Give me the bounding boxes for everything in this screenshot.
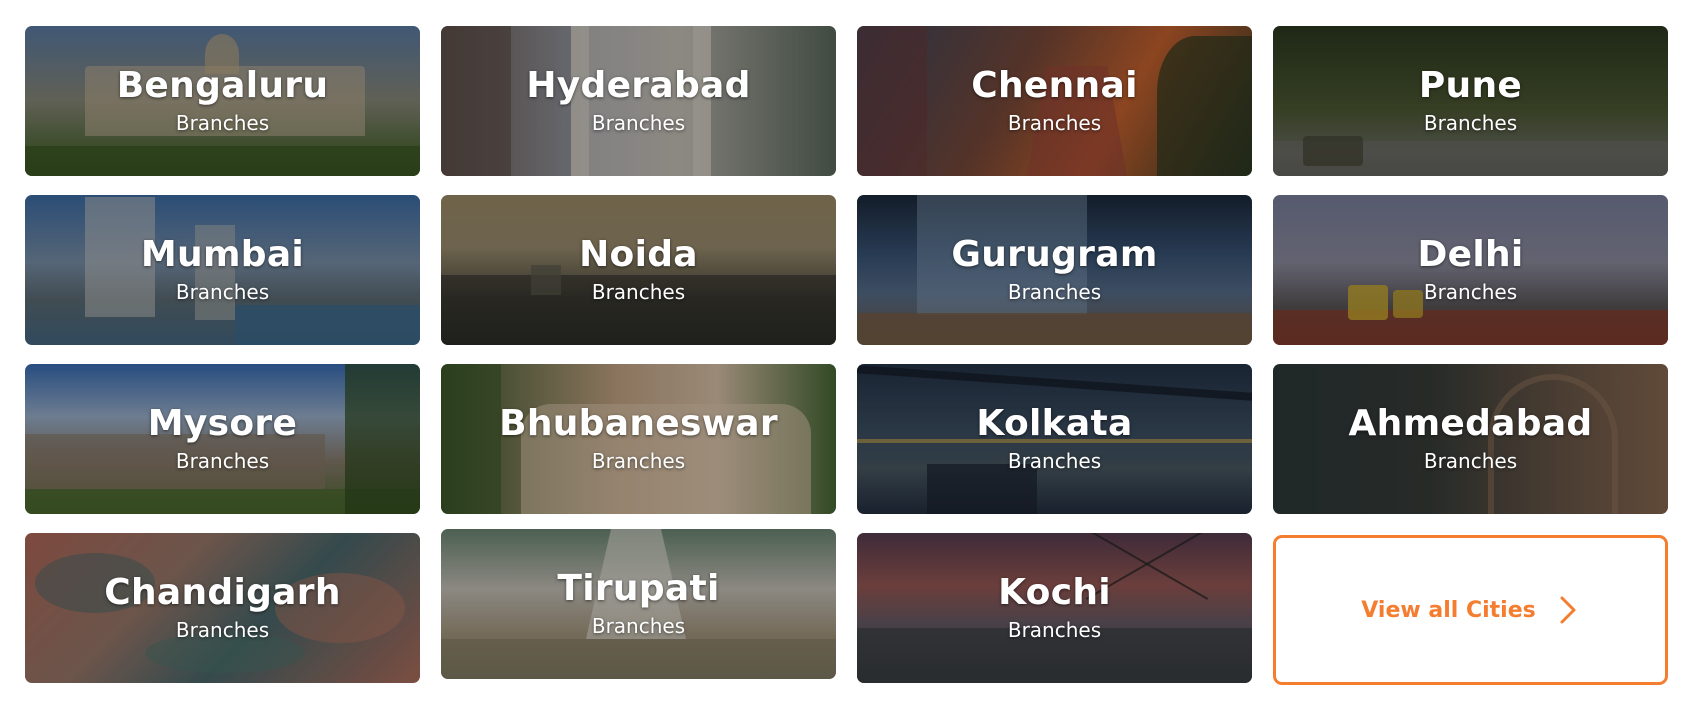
- city-subtitle: Branches: [591, 280, 686, 304]
- city-card-tirupati[interactable]: Tirupati Branches: [441, 529, 836, 679]
- chevron-right-icon: [1554, 595, 1580, 625]
- city-subtitle: Branches: [1423, 111, 1518, 135]
- city-subtitle: Branches: [1423, 280, 1518, 304]
- city-name: Kochi: [998, 572, 1111, 613]
- city-name: Bengaluru: [116, 65, 329, 106]
- city-card-bengaluru[interactable]: Bengaluru Branches: [25, 26, 420, 176]
- city-subtitle: Branches: [1007, 449, 1102, 473]
- city-subtitle: Branches: [591, 614, 686, 638]
- city-branches-grid: Bengaluru Branches Hyderabad Branches Ch…: [0, 0, 1687, 712]
- city-name: Gurugram: [951, 234, 1158, 275]
- city-subtitle: Branches: [1007, 111, 1102, 135]
- city-name: Tirupati: [557, 568, 720, 609]
- city-name: Delhi: [1417, 234, 1524, 275]
- city-subtitle: Branches: [175, 449, 270, 473]
- city-subtitle: Branches: [1007, 280, 1102, 304]
- city-subtitle: Branches: [1423, 449, 1518, 473]
- city-name: Mysore: [147, 403, 298, 444]
- city-card-ahmedabad[interactable]: Ahmedabad Branches: [1273, 364, 1668, 514]
- city-card-pune[interactable]: Pune Branches: [1273, 26, 1668, 176]
- city-name: Mumbai: [140, 234, 305, 275]
- city-name: Bhubaneswar: [499, 403, 778, 444]
- city-card-chennai[interactable]: Chennai Branches: [857, 26, 1252, 176]
- city-card-mumbai[interactable]: Mumbai Branches: [25, 195, 420, 345]
- city-card-gurugram[interactable]: Gurugram Branches: [857, 195, 1252, 345]
- city-subtitle: Branches: [175, 280, 270, 304]
- city-name: Pune: [1418, 65, 1523, 106]
- city-card-kochi[interactable]: Kochi Branches: [857, 533, 1252, 683]
- city-card-kolkata[interactable]: Kolkata Branches: [857, 364, 1252, 514]
- city-card-mysore[interactable]: Mysore Branches: [25, 364, 420, 514]
- city-subtitle: Branches: [1007, 618, 1102, 642]
- city-subtitle: Branches: [175, 111, 270, 135]
- city-name: Noida: [579, 234, 698, 275]
- city-card-delhi[interactable]: Delhi Branches: [1273, 195, 1668, 345]
- city-subtitle: Branches: [175, 618, 270, 642]
- view-all-cities-button[interactable]: View all Cities: [1273, 535, 1668, 685]
- city-subtitle: Branches: [591, 111, 686, 135]
- city-name: Chennai: [971, 65, 1138, 106]
- city-card-bhubaneswar[interactable]: Bhubaneswar Branches: [441, 364, 836, 514]
- city-name: Kolkata: [976, 403, 1133, 444]
- view-all-cities-label: View all Cities: [1361, 597, 1536, 623]
- city-card-noida[interactable]: Noida Branches: [441, 195, 836, 345]
- city-card-hyderabad[interactable]: Hyderabad Branches: [441, 26, 836, 176]
- city-name: Hyderabad: [526, 65, 751, 106]
- city-card-chandigarh[interactable]: Chandigarh Branches: [25, 533, 420, 683]
- city-subtitle: Branches: [591, 449, 686, 473]
- city-name: Ahmedabad: [1348, 403, 1593, 444]
- city-name: Chandigarh: [104, 572, 341, 613]
